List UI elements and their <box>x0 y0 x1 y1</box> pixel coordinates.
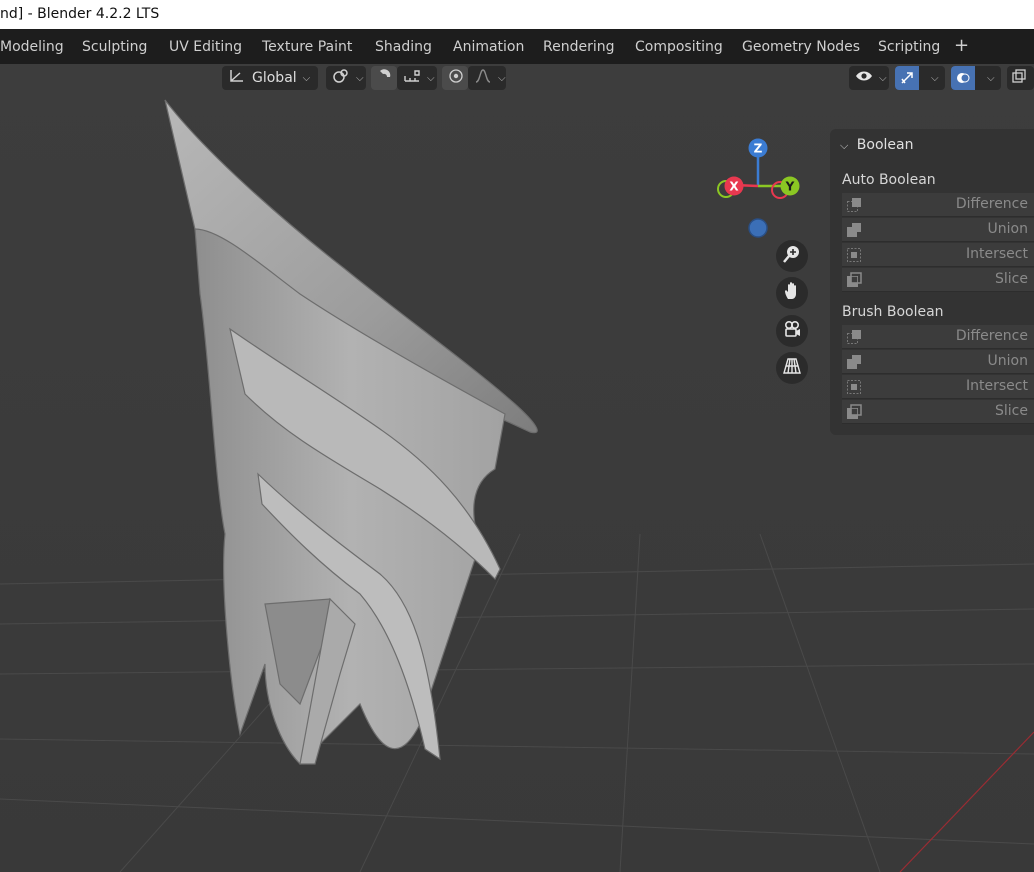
zoom-button[interactable] <box>776 240 808 272</box>
boolean-union-icon <box>847 223 861 237</box>
visibility-dropdown[interactable]: ⌵ <box>849 66 889 90</box>
transform-orientation-dropdown[interactable]: Global ⌵ <box>222 66 318 90</box>
tab-uv-editing[interactable]: UV Editing <box>169 39 242 55</box>
auto-slice-button[interactable]: Slice <box>842 268 1034 292</box>
brush-slice-label: Slice <box>995 403 1028 419</box>
tab-modeling[interactable]: Modeling <box>0 39 64 55</box>
tab-geometry-nodes[interactable]: Geometry Nodes <box>742 39 860 55</box>
brush-difference-label: Difference <box>955 328 1028 344</box>
tab-rendering[interactable]: Rendering <box>543 39 615 55</box>
perspective-grid-icon <box>782 356 802 380</box>
auto-union-button[interactable]: Union <box>842 218 1034 242</box>
tab-scripting[interactable]: Scripting <box>878 39 940 55</box>
magnet-icon <box>377 68 393 88</box>
proportional-edit-icon <box>448 68 464 88</box>
tab-shading[interactable]: Shading <box>375 39 432 55</box>
tab-compositing[interactable]: Compositing <box>635 39 723 55</box>
snap-increment-icon <box>403 68 421 88</box>
auto-difference-button[interactable]: Difference <box>842 193 1034 217</box>
proportional-edit-button[interactable] <box>442 66 468 90</box>
brush-union-button[interactable]: Union <box>842 350 1034 374</box>
boolean-difference-icon <box>847 330 861 344</box>
gizmo-toggle-icon[interactable] <box>895 66 919 90</box>
brush-union-label: Union <box>987 353 1028 369</box>
tab-animation[interactable]: Animation <box>453 39 524 55</box>
brush-difference-button[interactable]: Difference <box>842 325 1034 349</box>
brush-intersect-label: Intersect <box>966 378 1028 394</box>
snap-target-dropdown[interactable]: ⌵ <box>397 66 437 90</box>
boolean-panel-title: Boolean <box>856 137 914 153</box>
chevron-down-icon[interactable]: ⌵ <box>931 73 939 84</box>
boolean-intersect-icon <box>847 248 861 262</box>
eye-icon <box>855 68 873 88</box>
chevron-down-icon[interactable]: ⌵ <box>987 73 995 84</box>
camera-view-button[interactable] <box>776 315 808 347</box>
x-axis-label: X <box>729 180 739 194</box>
transform-orientation-value: Global <box>252 70 297 86</box>
boolean-difference-icon <box>847 198 861 212</box>
workspace-tab-bar: Modeling Sculpting UV Editing Texture Pa… <box>0 29 1034 65</box>
camera-icon <box>782 319 802 343</box>
proportional-falloff-dropdown[interactable]: ⌵ <box>468 66 506 90</box>
xray-toggle-button[interactable] <box>1007 66 1034 90</box>
transform-axes-icon <box>228 68 246 88</box>
pivot-point-dropdown[interactable]: ⌵ <box>326 66 366 90</box>
chevron-down-icon: ⌵ <box>356 72 364 84</box>
tab-sculpting[interactable]: Sculpting <box>82 39 147 55</box>
brush-slice-button[interactable]: Slice <box>842 400 1034 424</box>
add-workspace-button[interactable]: + <box>954 35 969 56</box>
auto-boolean-label: Auto Boolean <box>842 172 936 188</box>
zoom-icon <box>782 244 802 268</box>
brush-intersect-button[interactable]: Intersect <box>842 375 1034 399</box>
overlays-icon[interactable] <box>951 66 975 90</box>
3d-viewport[interactable]: Global ⌵ ⌵ ⌵ ⌵ ⌵ ⌵ ⌵ Z X Y ⌵ Boolean Aut… <box>0 64 1034 872</box>
hand-pan-icon <box>782 281 802 305</box>
pivot-link-icon <box>332 68 350 88</box>
pan-button[interactable] <box>776 277 808 309</box>
title-bar: nd] - Blender 4.2.2 LTS <box>0 0 1034 29</box>
chevron-down-icon: ⌵ <box>302 72 311 84</box>
falloff-curve-icon <box>474 68 492 88</box>
boolean-slice-icon <box>847 404 862 419</box>
auto-intersect-label: Intersect <box>966 246 1028 262</box>
chevron-down-icon[interactable]: ⌵ <box>840 139 848 152</box>
snap-toggle-button[interactable] <box>371 66 397 90</box>
auto-intersect-button[interactable]: Intersect <box>842 243 1034 267</box>
auto-slice-label: Slice <box>995 271 1028 287</box>
z-axis-label: Z <box>754 142 763 156</box>
boolean-panel: ⌵ Boolean Auto Boolean Difference Union … <box>830 129 1034 435</box>
chevron-down-icon: ⌵ <box>498 72 506 84</box>
chevron-down-icon: ⌵ <box>427 72 435 84</box>
brush-boolean-label: Brush Boolean <box>842 304 944 320</box>
boolean-union-icon <box>847 355 861 369</box>
gizmo-toggle-group[interactable]: ⌵ <box>895 66 945 90</box>
window-title: nd] - Blender 4.2.2 LTS <box>0 6 160 22</box>
perspective-toggle-button[interactable] <box>776 352 808 384</box>
boolean-intersect-icon <box>847 380 861 394</box>
navigation-gizmo[interactable]: Z X Y <box>712 134 808 244</box>
neg-z-axis-handle <box>748 218 768 238</box>
overlay-toggle-group[interactable]: ⌵ <box>951 66 1001 90</box>
auto-union-label: Union <box>987 221 1028 237</box>
boolean-slice-icon <box>847 272 862 287</box>
xray-icon <box>1011 68 1027 88</box>
auto-difference-label: Difference <box>955 196 1028 212</box>
tab-texture-paint[interactable]: Texture Paint <box>262 39 352 55</box>
chevron-down-icon: ⌵ <box>879 72 887 84</box>
boolean-panel-header[interactable]: ⌵ Boolean <box>840 137 914 153</box>
y-axis-label: Y <box>785 180 795 194</box>
